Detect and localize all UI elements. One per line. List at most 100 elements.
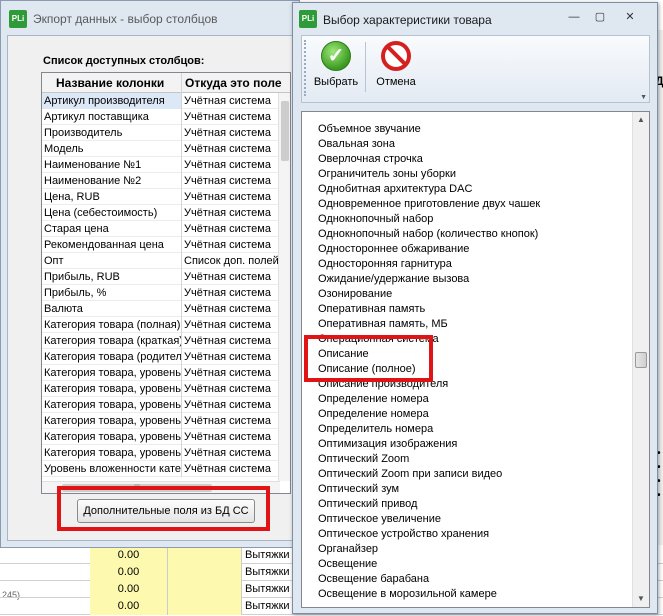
- list-item[interactable]: Освещение в морозильной камере: [318, 587, 497, 602]
- list-item[interactable]: Определение номера: [318, 392, 429, 407]
- export-window: PLi Экпорт данных - выбор столбцов Списо…: [0, 0, 300, 548]
- table-row[interactable]: Цена, RUB Учётная система: [42, 189, 280, 205]
- select-window-title: Выбор характеристики товара: [323, 13, 492, 27]
- table-row[interactable]: Наименование №1 Учётная система: [42, 157, 280, 173]
- table-row[interactable]: Цена (себестоимость) Учётная система: [42, 205, 280, 221]
- scroll-up-icon[interactable]: ▲: [633, 112, 649, 128]
- list-item[interactable]: Ожидание/удержание вызова: [318, 272, 469, 287]
- scroll-thumb[interactable]: [635, 352, 647, 368]
- table-row[interactable]: Категория товара (родитель) Учётная систе…: [42, 349, 280, 365]
- scroll-thumb[interactable]: [281, 101, 289, 161]
- bg-text: Вытяжки: [245, 600, 290, 612]
- table-row[interactable]: Уровень вложенности категорииУчётная сис…: [42, 461, 280, 477]
- cancel-button[interactable]: Отмена: [368, 38, 424, 98]
- bg-cell: [168, 598, 242, 615]
- column-header-name[interactable]: Название колонки: [42, 73, 182, 93]
- table-row[interactable]: Рекомендованная цена Учётная система: [42, 237, 280, 253]
- cell-column-name: Уровень вложенности категории: [44, 461, 182, 477]
- list-item[interactable]: Односторонняя гарнитура: [318, 257, 452, 272]
- bg-value: 0.00: [90, 581, 168, 598]
- column-header-source[interactable]: Откуда это поле: [182, 73, 290, 93]
- list-item[interactable]: Озонирование: [318, 287, 392, 302]
- list-item[interactable]: Оптический Zoom при записи видео: [318, 467, 502, 482]
- table-row[interactable]: Прибыль, % Учётная система: [42, 285, 280, 301]
- cell-source: Учётная система: [182, 301, 280, 317]
- bg-value: 0.00: [90, 564, 168, 581]
- app-logo-icon: PLi: [299, 10, 317, 28]
- list-item[interactable]: Определитель номера: [318, 422, 433, 437]
- minimize-icon[interactable]: —: [561, 9, 587, 25]
- table-row[interactable]: Категория товара (краткая) Учётная систем…: [42, 333, 280, 349]
- list-vertical-scrollbar[interactable]: ▲ ▼: [632, 112, 649, 607]
- cell-source: Учётная система: [182, 365, 280, 381]
- cell-source: Учётная система: [182, 109, 280, 125]
- select-label: Выбрать: [313, 76, 359, 88]
- table-row[interactable]: Категория товара, уровень 5 Учётная систе…: [42, 429, 280, 445]
- bg-value: 0.00: [90, 547, 168, 564]
- table-row[interactable]: Опт Список доп. полей: [42, 253, 280, 269]
- cell-source: Учётная система: [182, 189, 280, 205]
- table-row[interactable]: Категория товара, уровень 3 Учётная систе…: [42, 397, 280, 413]
- select-titlebar[interactable]: PLi Выбор характеристики товара — ▢ ✕: [293, 3, 657, 37]
- cell-source: Учётная система: [182, 221, 280, 237]
- table-row[interactable]: Категория товара, уровень 1 Учётная систе…: [42, 365, 280, 381]
- toolbar-separator: [365, 42, 366, 92]
- cell-column-name: Старая цена: [42, 221, 182, 237]
- cell-source: Учётная система: [182, 333, 280, 349]
- table-row[interactable]: Старая цена Учётная система: [42, 221, 280, 237]
- list-item[interactable]: Однокнопочный набор (количество кнопок): [318, 227, 538, 242]
- list-item[interactable]: Однокнопочный набор: [318, 212, 433, 227]
- table-row[interactable]: Прибыль, RUB Учётная система: [42, 269, 280, 285]
- table-row[interactable]: Категория товара, уровень 2 Учётная систе…: [42, 381, 280, 397]
- export-titlebar[interactable]: PLi Экпорт данных - выбор столбцов: [1, 1, 299, 35]
- list-item[interactable]: Оверлочная строчка: [318, 152, 423, 167]
- cell-source: Учётная система: [182, 445, 280, 461]
- list-item[interactable]: Ограничитель зоны уборки: [318, 167, 456, 182]
- scroll-down-icon[interactable]: ▼: [633, 591, 649, 607]
- list-item[interactable]: Освещение: [318, 557, 377, 572]
- toolbar: ✓ Выбрать Отмена ▼: [301, 35, 650, 103]
- list-item[interactable]: Органайзер: [318, 542, 378, 557]
- grid-header: Название колонки Откуда это поле: [42, 73, 290, 93]
- bg-value: 0.00: [90, 598, 168, 615]
- list-item[interactable]: Определение номера: [318, 407, 429, 422]
- close-icon[interactable]: ✕: [617, 9, 643, 25]
- cell-column-name: Цена, RUB: [42, 189, 182, 205]
- table-row[interactable]: Категория товара, уровень 6 Учётная систе…: [42, 445, 280, 461]
- list-item[interactable]: Оптический Zoom: [318, 452, 409, 467]
- table-row[interactable]: Категория товара (полная) Учётная система: [42, 317, 280, 333]
- cell-column-name: Категория товара, уровень 2: [44, 381, 182, 397]
- select-button[interactable]: ✓ Выбрать: [308, 38, 364, 98]
- columns-grid[interactable]: Название колонки Откуда это поле Артикул…: [41, 72, 291, 494]
- grid-vertical-scrollbar[interactable]: [278, 93, 290, 481]
- table-row[interactable]: Артикул производителя Учётная система: [42, 93, 280, 109]
- list-item[interactable]: Одностороннее обжаривание: [318, 242, 469, 257]
- table-row[interactable]: Артикул поставщика Учётная система: [42, 109, 280, 125]
- list-item[interactable]: Оптическое увеличение: [318, 512, 441, 527]
- table-row[interactable]: Валюта Учётная система: [42, 301, 280, 317]
- cell-column-name: Модель: [42, 141, 182, 157]
- maximize-icon[interactable]: ▢: [587, 9, 613, 25]
- toolbar-grip[interactable]: [304, 40, 307, 96]
- list-item[interactable]: Освещение барабана: [318, 572, 429, 587]
- toolbar-overflow-icon[interactable]: ▼: [640, 94, 647, 101]
- table-row[interactable]: Наименование №2 Учётная система: [42, 173, 280, 189]
- list-item[interactable]: Овальная зона: [318, 137, 395, 152]
- list-item[interactable]: Оптическое устройство хранения: [318, 527, 489, 542]
- list-item[interactable]: Оперативная память, МБ: [318, 317, 448, 332]
- table-row[interactable]: Категория товара, уровень 4 Учётная систе…: [42, 413, 280, 429]
- cancel-icon: [381, 41, 411, 71]
- list-item[interactable]: Оптимизация изображения: [318, 437, 457, 452]
- table-row[interactable]: Производитель Учётная система: [42, 125, 280, 141]
- table-row[interactable]: Модель Учётная система: [42, 141, 280, 157]
- list-item[interactable]: Объемное звучание: [318, 122, 421, 137]
- list-item[interactable]: Однобитная архитектура DAC: [318, 182, 472, 197]
- list-item[interactable]: Оперативная память: [318, 302, 425, 317]
- cell-column-name: Категория товара, уровень 4: [44, 413, 182, 429]
- cell-column-name: Опт: [42, 253, 182, 269]
- cell-source: Учётная система: [182, 205, 280, 221]
- highlight-frame: [57, 486, 270, 531]
- list-item[interactable]: Оптический зум: [318, 482, 399, 497]
- list-item[interactable]: Оптический привод: [318, 497, 417, 512]
- list-item[interactable]: Одновременное приготовление двух чашек: [318, 197, 540, 212]
